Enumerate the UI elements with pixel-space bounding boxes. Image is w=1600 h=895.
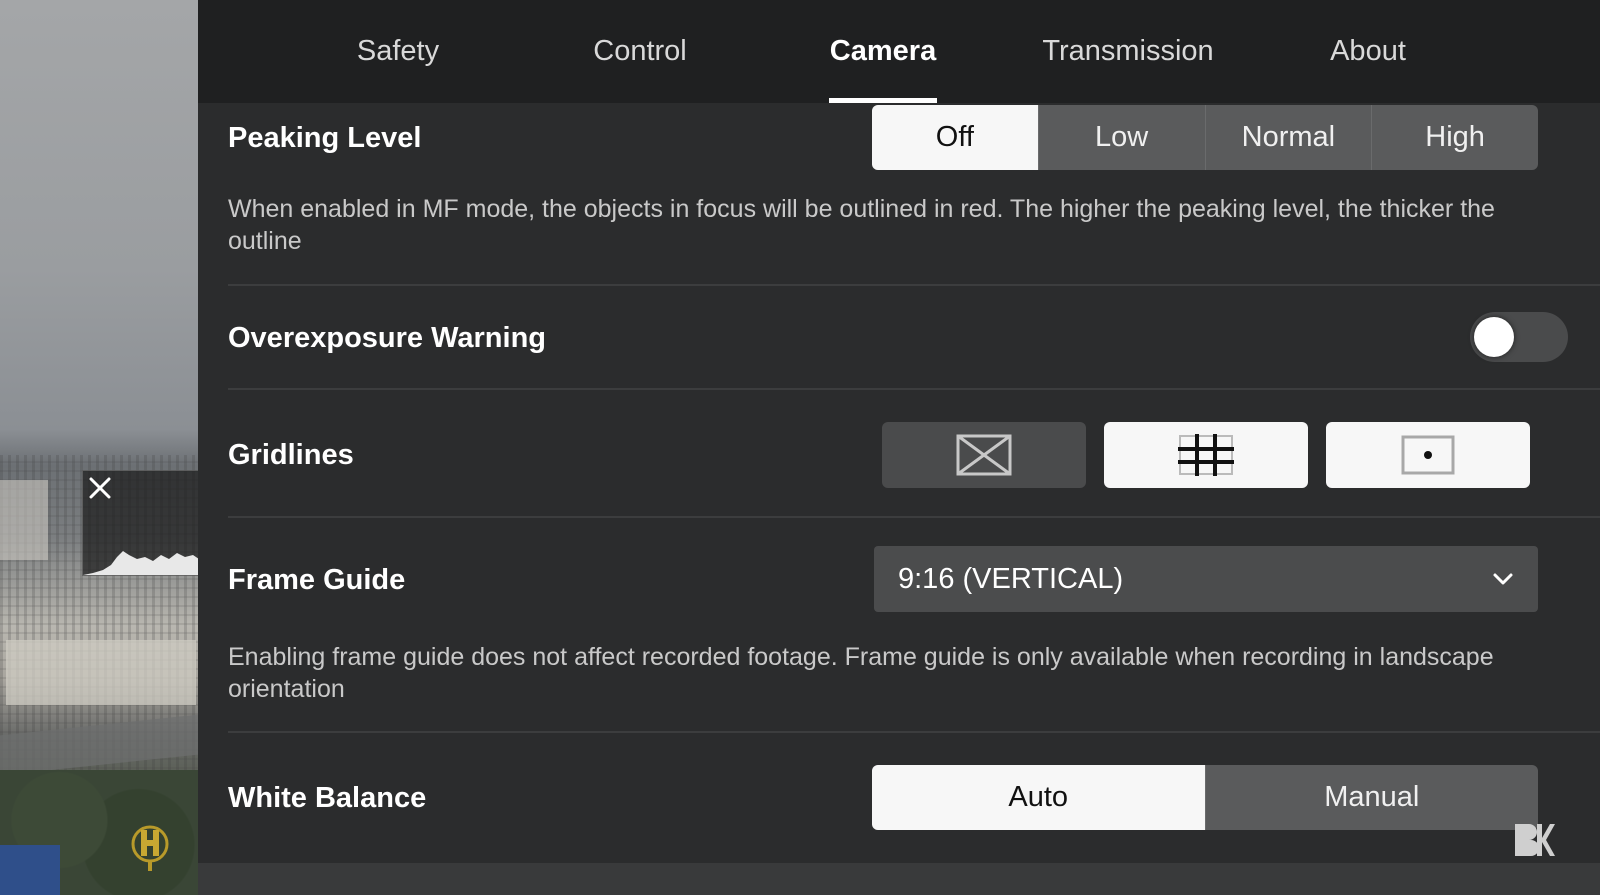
gridline-option-diagonal[interactable]	[882, 422, 1086, 488]
watermark-logo-icon	[131, 825, 169, 871]
tab-label: Control	[593, 35, 687, 67]
diagonal-grid-icon	[956, 434, 1012, 476]
frame-guide-description: Enabling frame guide does not affect rec…	[228, 643, 1494, 703]
tab-bar: Safety Control Camera Transmission About	[198, 0, 1600, 103]
divider	[228, 516, 1600, 518]
peaking-option-high[interactable]: High	[1371, 105, 1538, 170]
tab-about[interactable]: About	[1288, 0, 1448, 103]
peaking-option-off[interactable]: Off	[872, 105, 1038, 170]
histogram-close-button[interactable]	[86, 474, 114, 502]
divider	[228, 388, 1600, 390]
gridline-option-center[interactable]	[1326, 422, 1530, 488]
watermark-bk-icon	[1515, 824, 1555, 856]
settings-panel: Safety Control Camera Transmission About…	[198, 0, 1600, 895]
peaking-level-selector: Off Low Normal High	[872, 105, 1538, 170]
tab-label: Transmission	[1042, 35, 1214, 67]
peaking-option-normal[interactable]: Normal	[1204, 105, 1372, 170]
overexposure-warning-toggle[interactable]	[1470, 312, 1568, 362]
preview-building	[0, 480, 48, 560]
tab-label: About	[1330, 35, 1406, 67]
overexposure-warning-label: Overexposure Warning	[228, 322, 547, 354]
white-balance-selector: Auto Manual	[872, 765, 1538, 830]
tab-camera[interactable]: Camera	[803, 0, 963, 103]
chevron-down-icon	[1493, 573, 1513, 585]
histogram-curve	[83, 551, 198, 575]
divider	[228, 731, 1600, 733]
camera-preview	[0, 0, 198, 895]
preview-court	[0, 845, 60, 895]
frame-guide-dropdown[interactable]: 9:16 (VERTICAL)	[874, 546, 1538, 612]
grid-3x3-icon	[1178, 434, 1234, 476]
tab-safety[interactable]: Safety	[318, 0, 478, 103]
white-balance-label: White Balance	[228, 782, 427, 814]
preview-building	[6, 640, 196, 705]
tab-control[interactable]: Control	[560, 0, 720, 103]
bottom-strip	[198, 863, 1600, 895]
tab-transmission[interactable]: Transmission	[1018, 0, 1238, 103]
divider	[228, 284, 1600, 286]
active-tab-indicator	[829, 98, 937, 103]
gridlines-label: Gridlines	[228, 439, 354, 471]
center-point-icon	[1401, 435, 1455, 475]
frame-guide-label: Frame Guide	[228, 564, 406, 596]
close-icon	[89, 477, 111, 499]
tab-label: Camera	[829, 35, 937, 67]
peaking-level-label: Peaking Level	[228, 122, 422, 154]
white-balance-option-manual[interactable]: Manual	[1204, 765, 1539, 830]
peaking-option-low[interactable]: Low	[1037, 105, 1205, 170]
toggle-knob	[1474, 317, 1514, 357]
gridline-option-grid[interactable]	[1104, 422, 1308, 488]
white-balance-option-auto[interactable]: Auto	[872, 765, 1205, 830]
frame-guide-value: 9:16 (VERTICAL)	[898, 562, 1124, 595]
peaking-level-description: When enabled in MF mode, the objects in …	[228, 195, 1495, 255]
tab-label: Safety	[356, 35, 440, 67]
